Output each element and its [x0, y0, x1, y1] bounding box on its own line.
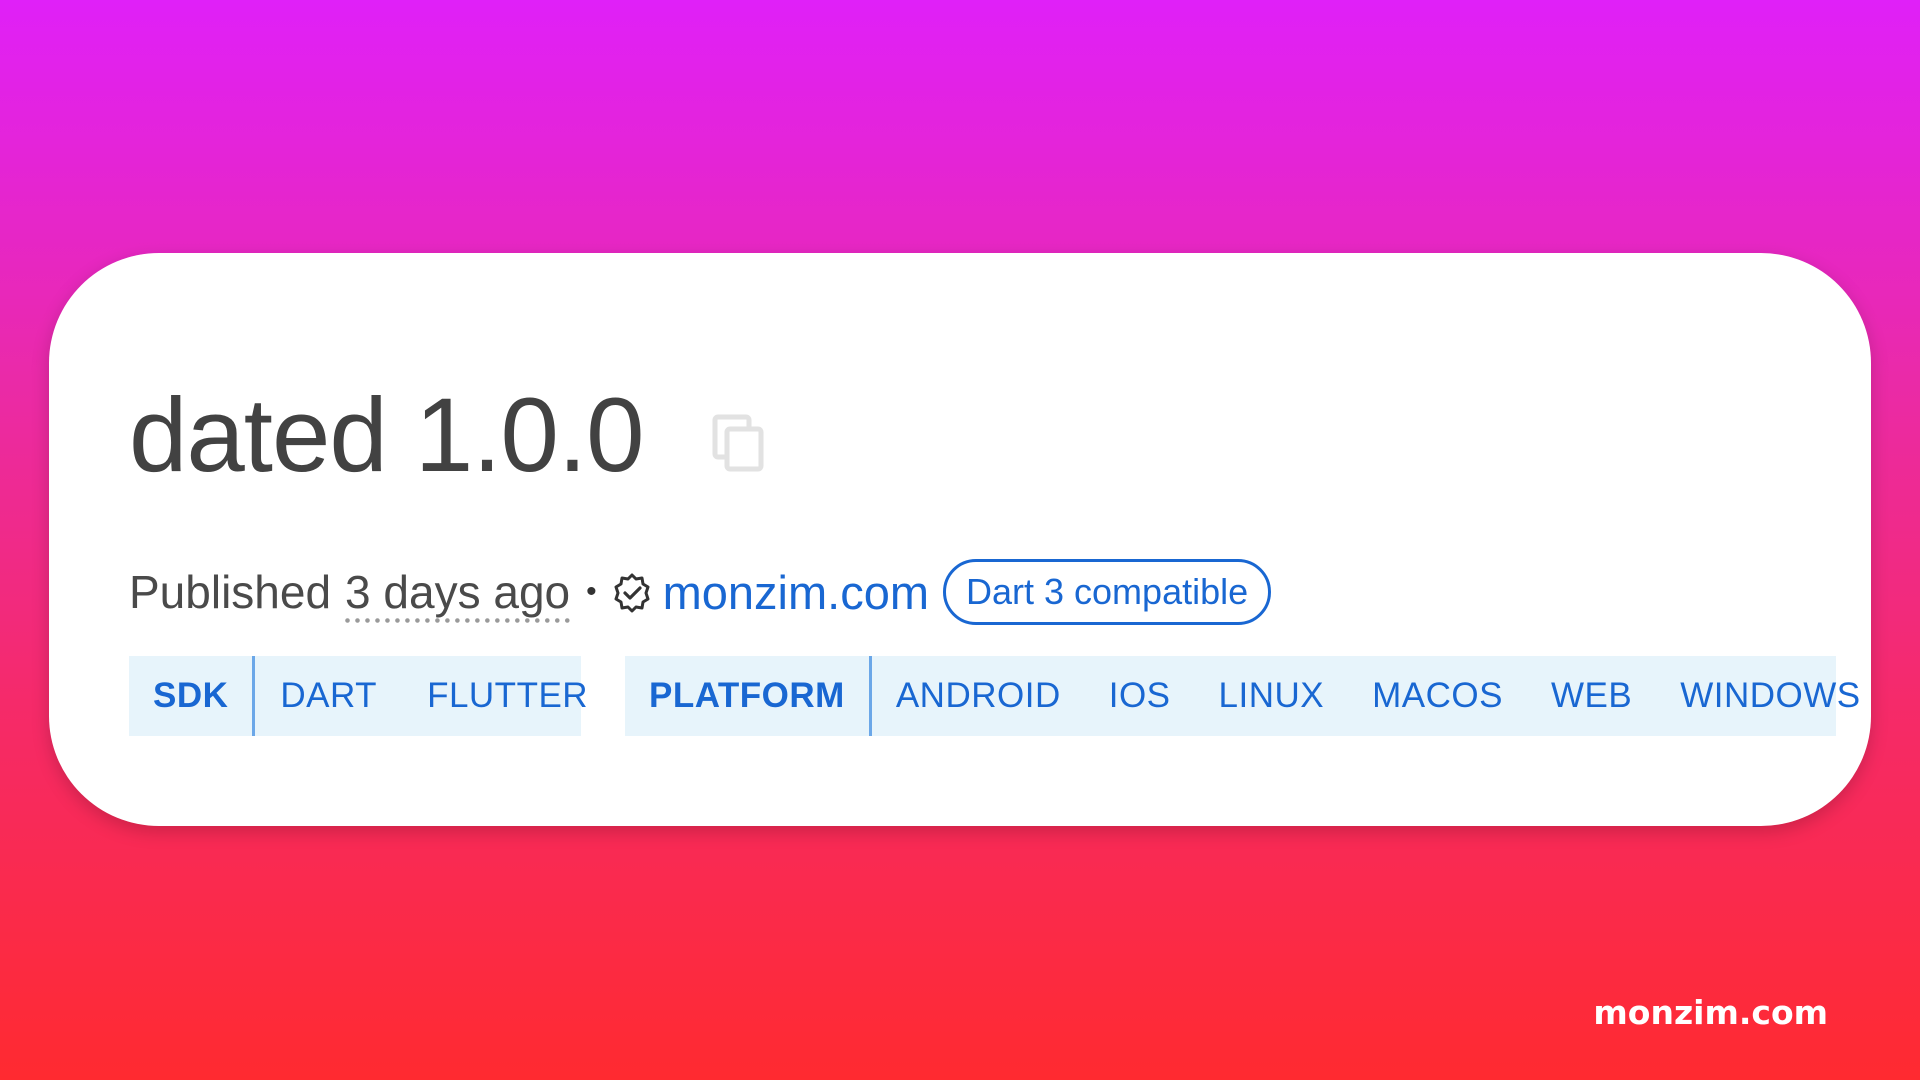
package-header-card: dated 1.0.0 Published 3 days ago • monzi… [49, 253, 1871, 826]
copy-icon[interactable] [711, 413, 765, 473]
platform-tag-web[interactable]: WEB [1527, 656, 1656, 736]
platform-tag-label[interactable]: PLATFORM [625, 656, 872, 736]
sdk-tag-group: SDK DART FLUTTER [129, 656, 588, 736]
publisher-link[interactable]: monzim.com [663, 565, 929, 620]
platform-tag-android[interactable]: ANDROID [872, 656, 1085, 736]
published-time: 3 days ago [345, 566, 571, 618]
platform-tag-group: PLATFORM ANDROID IOS LINUX MACOS WEB WIN… [625, 656, 1860, 736]
watermark-text: monzim.com [1593, 993, 1828, 1032]
title-row: dated 1.0.0 [129, 383, 765, 488]
published-label: Published [129, 566, 332, 618]
sdk-tag-flutter[interactable]: FLUTTER [402, 656, 613, 736]
platform-tag-linux[interactable]: LINUX [1195, 656, 1349, 736]
platform-tag-ios[interactable]: IOS [1085, 656, 1195, 736]
publish-meta-row: Published 3 days ago • monzim.com Dart 3… [129, 559, 1272, 625]
verified-publisher-icon [611, 571, 653, 613]
platform-tag-windows[interactable]: WINDOWS [1656, 656, 1884, 736]
separator-dot: • [586, 575, 597, 608]
package-title: dated 1.0.0 [129, 377, 644, 494]
sdk-tag-dart[interactable]: DART [255, 656, 402, 736]
platform-tag-macos[interactable]: MACOS [1348, 656, 1527, 736]
dart3-compatible-badge[interactable]: Dart 3 compatible [943, 559, 1272, 625]
sdk-tag-label[interactable]: SDK [129, 656, 256, 736]
